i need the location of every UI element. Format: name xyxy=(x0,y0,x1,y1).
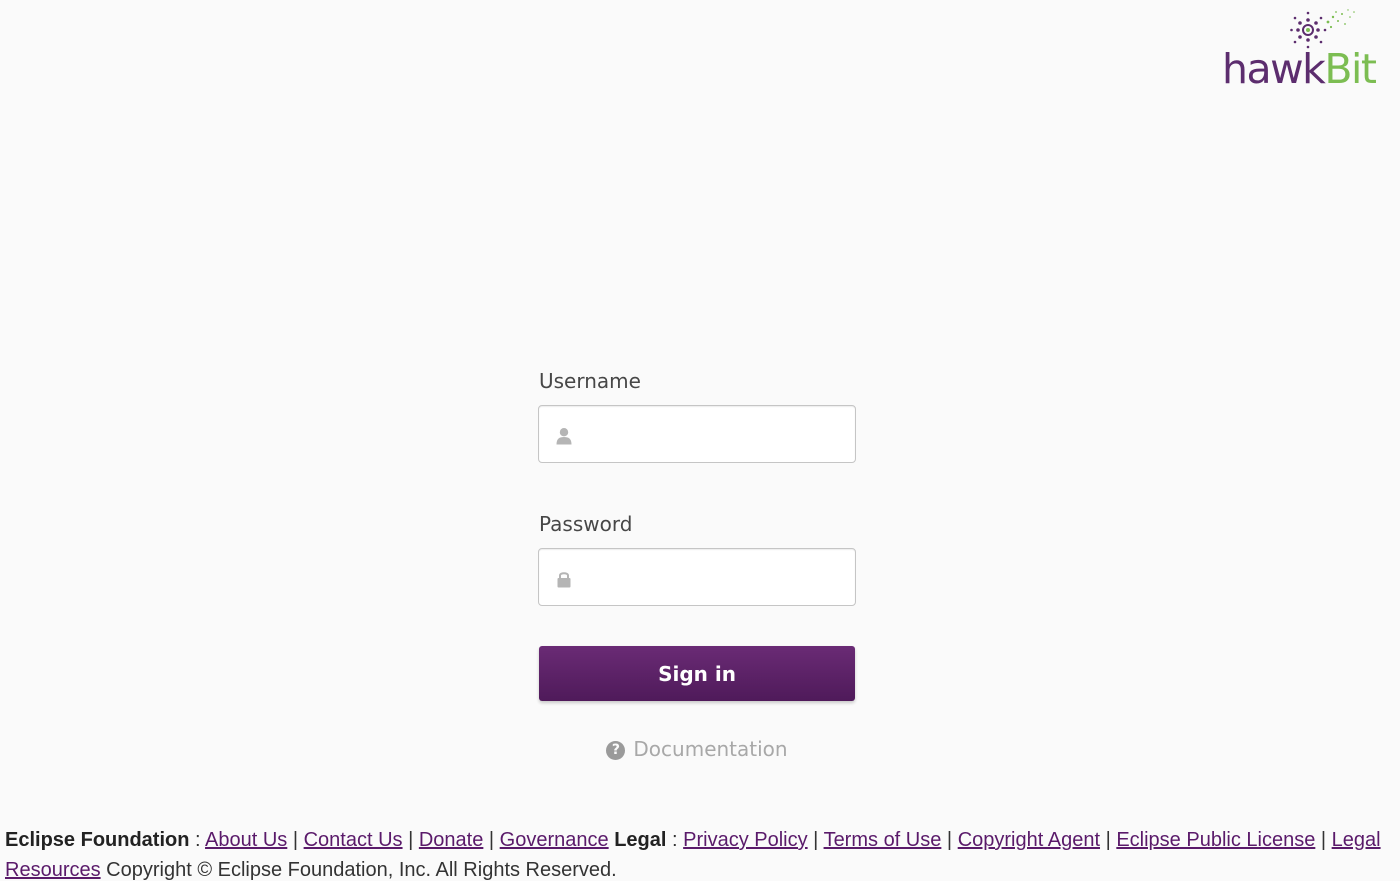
question-circle-icon: ? xyxy=(606,741,626,760)
logo-text-bit: Bit xyxy=(1324,45,1377,93)
documentation-link[interactable]: ? Documentation xyxy=(538,734,856,764)
password-input[interactable] xyxy=(583,549,849,607)
username-input[interactable] xyxy=(583,406,849,464)
footer-link-privacy-policy[interactable]: Privacy Policy xyxy=(683,829,807,851)
footer-copyright: Copyright © Eclipse Foundation, Inc. All… xyxy=(106,859,617,881)
footer-colon: : xyxy=(189,829,206,851)
footer-link-eclipse-public-license[interactable]: Eclipse Public License xyxy=(1116,829,1315,851)
user-icon xyxy=(556,428,572,445)
username-label: Username xyxy=(539,369,641,393)
username-field[interactable] xyxy=(538,405,856,464)
logo-text-hawk: hawk xyxy=(1222,45,1326,93)
footer-foundation-heading: Eclipse Foundation xyxy=(5,829,190,851)
footer-link-donate[interactable]: Donate xyxy=(419,829,484,851)
footer-link-about-us[interactable]: About Us xyxy=(205,829,287,851)
footer-link-governance[interactable]: Governance xyxy=(500,829,609,851)
lock-icon xyxy=(557,572,571,588)
login-page: hawkBit Username Password Sign in ? Docum… xyxy=(0,0,1400,881)
password-label: Password xyxy=(539,512,633,536)
hawkbit-logo-text: hawkBit xyxy=(1222,44,1377,94)
sign-in-button[interactable]: Sign in xyxy=(539,646,855,701)
documentation-label: Documentation xyxy=(633,737,788,761)
footer-colon: : xyxy=(666,829,684,851)
footer-link-terms-of-use[interactable]: Terms of Use xyxy=(824,829,942,851)
password-field[interactable] xyxy=(538,548,856,607)
footer: Eclipse Foundation : About Us | Contact … xyxy=(5,829,1381,881)
footer-link-contact-us[interactable]: Contact Us xyxy=(304,829,403,851)
footer-legal-heading: Legal xyxy=(614,829,667,851)
login-form: Username Password Sign in ? Documentation xyxy=(538,366,856,764)
footer-link-copyright-agent[interactable]: Copyright Agent xyxy=(958,829,1100,851)
hawkbit-logo: hawkBit xyxy=(1222,8,1392,93)
